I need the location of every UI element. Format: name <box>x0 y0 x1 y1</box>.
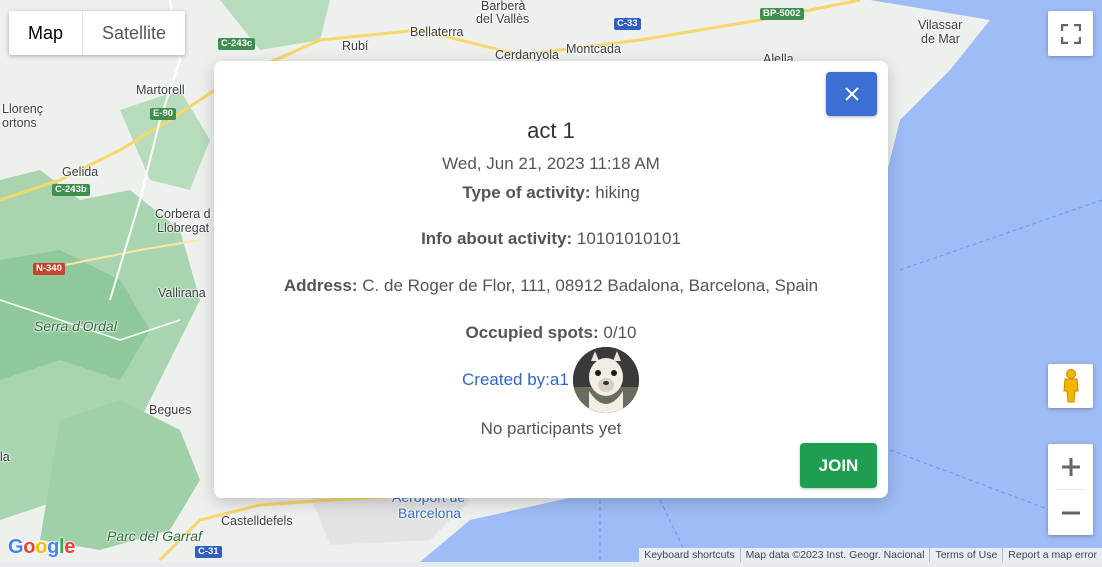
activity-address-value: C. de Roger de Flor, 111, 08912 Badalona… <box>362 276 819 295</box>
alpaca-avatar-icon <box>573 347 639 413</box>
activity-info-label: Info about activity: <box>421 229 573 248</box>
map-label-rubi: Rubí <box>342 39 369 53</box>
activity-datetime: Wed, Jun 21, 2023 11:18 AM <box>442 154 660 173</box>
activity-modal: act 1 Wed, Jun 21, 2023 11:18 AM Type of… <box>214 61 888 498</box>
creator-avatar[interactable] <box>573 347 639 413</box>
road-shield-n340: N-340 <box>33 263 65 276</box>
map-label-vilassar: Vilassar <box>918 18 963 32</box>
map-attribution-bar: Keyboard shortcuts Map data ©2023 Inst. … <box>639 548 1102 562</box>
street-view-pegman-button[interactable] <box>1048 364 1093 408</box>
map-label-de-mar: de Mar <box>921 32 960 46</box>
close-icon <box>844 87 859 101</box>
map-label-martorell: Martorell <box>136 83 185 97</box>
map-label-ortons: ortons <box>2 116 37 130</box>
map-data-credit: Map data ©2023 Inst. Geogr. Nacional <box>739 548 930 562</box>
activity-type-value: hiking <box>595 183 640 202</box>
occupied-spots-row: Occupied spots: 0/10 <box>214 323 888 343</box>
map-label-llobregat: Llobregat <box>157 221 210 235</box>
map-label-serra-dordal: Serra d'Ordal <box>34 318 117 334</box>
activity-type-label: Type of activity: <box>462 183 591 202</box>
map-type-control: Map Satellite <box>9 11 186 55</box>
keyboard-shortcuts-link[interactable]: Keyboard shortcuts <box>639 548 739 562</box>
terms-of-use-link[interactable]: Terms of Use <box>929 548 1002 562</box>
road-shield-e90: E-90 <box>150 108 177 121</box>
activity-type-row: Type of activity: hiking <box>214 183 888 203</box>
logo-letter: g <box>47 536 60 558</box>
activity-title: act 1 <box>527 118 575 143</box>
map-label-barbera: Barberà <box>481 0 526 13</box>
fullscreen-icon <box>1060 23 1081 44</box>
occupied-spots-label: Occupied spots: <box>465 323 599 342</box>
map-label-del-valles: del Vallès <box>476 12 530 26</box>
report-map-error-link[interactable]: Report a map error <box>1002 548 1102 562</box>
join-button[interactable]: JOIN <box>800 443 877 488</box>
google-logo[interactable]: Google <box>8 536 75 559</box>
zoom-in-button[interactable] <box>1048 444 1093 489</box>
map-label-cerdanyola: Cerdanyola <box>495 48 559 62</box>
map-label-gelida: Gelida <box>62 165 99 179</box>
logo-letter: G <box>8 536 24 558</box>
zoom-control <box>1048 444 1093 535</box>
map-label-begues: Begues <box>149 403 192 417</box>
map-type-map-button[interactable]: Map <box>9 11 84 55</box>
created-by-link[interactable]: Created by:a1 <box>462 370 569 390</box>
map-label-vallirana: Vallirana <box>158 286 206 300</box>
creator-row: Created by:a1 <box>214 347 888 413</box>
activity-address-label: Address: <box>283 276 358 295</box>
zoom-out-button[interactable] <box>1048 490 1093 535</box>
pegman-icon <box>1062 369 1079 403</box>
activity-info-value: 10101010101 <box>576 229 681 248</box>
map-label-montcada: Montcada <box>566 42 621 56</box>
road-shield-c243b: C-243b <box>52 184 90 197</box>
map-label-llorenc: Llorenç <box>2 102 43 116</box>
map-type-satellite-button[interactable]: Satellite <box>83 11 185 55</box>
participants-status: No participants yet <box>480 419 622 438</box>
activity-address-row: Address: C. de Roger de Flor, 111, 08912… <box>214 276 888 296</box>
fullscreen-button[interactable] <box>1048 11 1093 56</box>
map-label-castelldefels: Castelldefels <box>221 514 293 528</box>
logo-letter: o <box>23 536 36 558</box>
road-shield-c31: C-31 <box>195 546 222 559</box>
map-label-corbera: Corbera d <box>155 207 211 221</box>
road-shield-c33: C-33 <box>614 18 641 31</box>
plus-icon <box>1061 457 1080 476</box>
map-label-la: la <box>0 450 10 464</box>
activity-info-row: Info about activity: 10101010101 <box>214 229 888 249</box>
minus-icon <box>1061 511 1080 514</box>
logo-letter: e <box>64 536 76 558</box>
occupied-spots-value: 0/10 <box>603 323 637 342</box>
map-label-bellaterra: Bellaterra <box>410 25 464 39</box>
map-label-parc-del-garraf: Parc del Garraf <box>107 528 202 544</box>
road-shield-bp5002: BP-5002 <box>760 8 804 21</box>
close-button[interactable] <box>826 72 877 116</box>
road-shield-c243c: C-243c <box>218 38 256 51</box>
map-label-barcelona: Barcelona <box>398 505 462 521</box>
logo-letter: o <box>35 536 48 558</box>
